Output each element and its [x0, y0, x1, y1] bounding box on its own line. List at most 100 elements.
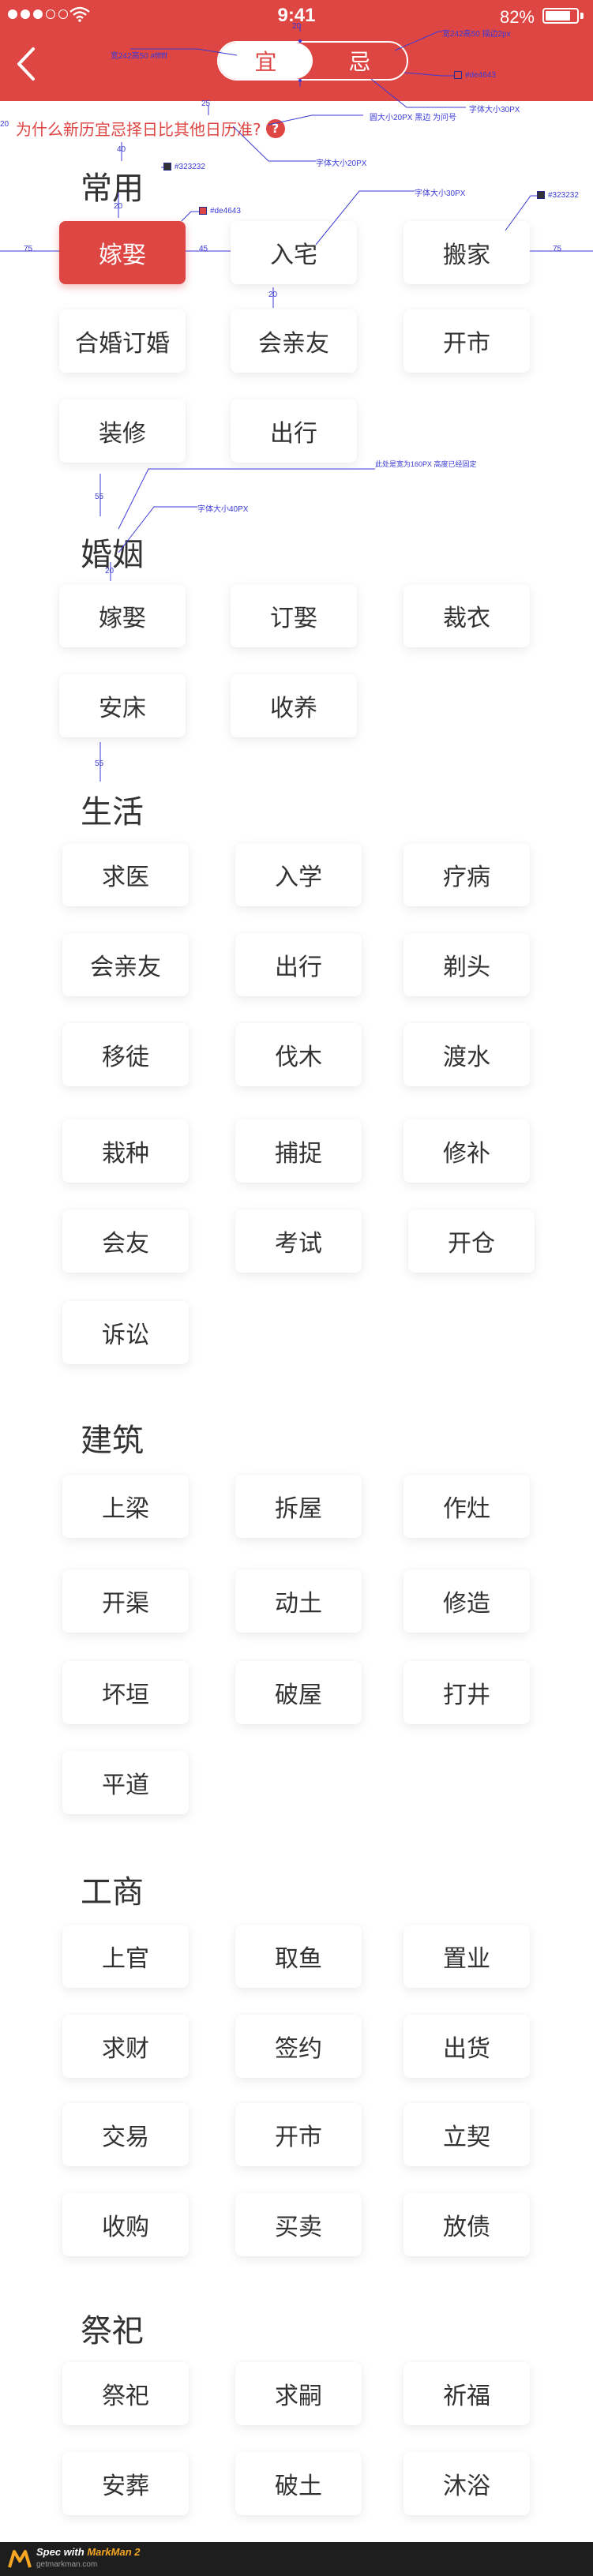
- tag-item[interactable]: 作灶: [403, 1475, 530, 1538]
- question-text: 为什么新历宜忌择日比其他日历准?: [16, 120, 261, 139]
- section-title: 常用: [81, 171, 144, 207]
- tag-item[interactable]: 会友: [62, 1209, 189, 1273]
- tag-item[interactable]: 入宅: [231, 221, 357, 284]
- battery-icon: [542, 8, 579, 24]
- tag-item[interactable]: 嫁娶: [59, 584, 186, 647]
- tag-item[interactable]: 交易: [62, 2103, 189, 2166]
- tag-item[interactable]: 安床: [59, 674, 186, 737]
- tag-item[interactable]: 嫁娶: [59, 221, 186, 284]
- tag-item[interactable]: 移徒: [62, 1023, 189, 1086]
- tag-item[interactable]: 买卖: [235, 2193, 362, 2256]
- tag-item[interactable]: 收养: [231, 674, 357, 737]
- tag-item[interactable]: 出行: [231, 399, 357, 463]
- tag-item[interactable]: 放债: [403, 2193, 530, 2256]
- tab-yi[interactable]: 宜: [219, 43, 313, 79]
- ann-seg-fill: 宽242高50 #ffffff: [111, 52, 167, 61]
- tag-item[interactable]: 捕捉: [235, 1119, 362, 1183]
- ann-space: 20: [114, 202, 123, 211]
- tag-item[interactable]: 入学: [235, 843, 362, 906]
- tag-item[interactable]: 开市: [403, 309, 530, 373]
- tag-item[interactable]: 合婚订婚: [59, 309, 186, 373]
- tag-item[interactable]: 求医: [62, 843, 189, 906]
- tag-item[interactable]: 诉讼: [62, 1301, 189, 1364]
- tag-item[interactable]: 渡水: [403, 1023, 530, 1086]
- tag-item[interactable]: 搬家: [403, 221, 530, 284]
- tag-item[interactable]: 祈福: [403, 2362, 530, 2425]
- ann-space: 40: [117, 145, 126, 154]
- tag-item[interactable]: 会亲友: [62, 933, 189, 996]
- ann-tag-color-text: #323232: [548, 191, 579, 200]
- tag-item[interactable]: 装修: [59, 399, 186, 463]
- tag-item[interactable]: 置业: [403, 1925, 530, 1988]
- tag-item[interactable]: 出行: [235, 933, 362, 996]
- tag-item[interactable]: 打井: [403, 1661, 530, 1724]
- tag-item[interactable]: 开仓: [408, 1209, 535, 1273]
- ann-space: 20: [105, 567, 114, 576]
- ann-space: 55: [95, 493, 104, 501]
- tag-item[interactable]: 安葬: [62, 2452, 189, 2515]
- ann-shadow-note: 此处是宽为160PX 高度已经固定: [375, 460, 477, 468]
- section-title: 祭祀: [81, 2313, 144, 2349]
- ann-space: 25: [201, 99, 211, 108]
- tag-item[interactable]: 求嗣: [235, 2362, 362, 2425]
- tag-item[interactable]: 修造: [403, 1569, 530, 1633]
- tag-item[interactable]: 破土: [235, 2452, 362, 2515]
- chevron-left-icon[interactable]: [14, 46, 38, 82]
- battery-nub: [580, 13, 584, 19]
- tag-item[interactable]: 动土: [235, 1569, 362, 1633]
- footer-url[interactable]: getmarkman.com: [36, 2560, 97, 2569]
- ann-seg-color-text: #de4643: [465, 71, 496, 80]
- tag-item[interactable]: 开渠: [62, 1569, 189, 1633]
- tag-item[interactable]: 收购: [62, 2193, 189, 2256]
- tag-item[interactable]: 取鱼: [235, 1925, 362, 1988]
- ann-seg-outline: 宽242高50 描边2px: [442, 30, 511, 39]
- color-swatch: [163, 163, 171, 171]
- tag-item[interactable]: 上梁: [62, 1475, 189, 1538]
- tag-item[interactable]: 上官: [62, 1925, 189, 1988]
- color-swatch: [199, 207, 207, 216]
- ann-circle: 圆大小20PX 黑边 为问号: [370, 114, 457, 122]
- markman-logo-icon: [8, 2550, 32, 2568]
- ann-space: 20: [0, 120, 9, 129]
- ann-seg-color: #de4643: [454, 71, 496, 80]
- tag-item[interactable]: 考试: [235, 1209, 362, 1273]
- tab-ji[interactable]: 忌: [313, 43, 407, 79]
- tag-item[interactable]: 伐木: [235, 1023, 362, 1086]
- ann-space: 20: [292, 22, 302, 31]
- tag-item[interactable]: 祭祀: [62, 2362, 189, 2425]
- tag-item[interactable]: 沐浴: [403, 2452, 530, 2515]
- tag-item[interactable]: 求财: [62, 2015, 189, 2078]
- ann-section-font: 字体大小40PX: [197, 505, 249, 514]
- footer-title: Spec with MarkMan 2: [36, 2546, 141, 2558]
- ann-tag-color: #323232: [537, 191, 579, 200]
- battery-percent: 82%: [499, 7, 535, 27]
- footer-prefix: Spec with: [36, 2546, 84, 2558]
- tag-item[interactable]: 拆屋: [235, 1475, 362, 1538]
- ann-space: 55: [95, 759, 104, 768]
- tag-item[interactable]: 剃头: [403, 933, 530, 996]
- tag-item[interactable]: 出货: [403, 2015, 530, 2078]
- ann-title-color-text: #323232: [175, 163, 205, 171]
- ann-space: 75: [553, 245, 562, 253]
- tag-item[interactable]: 疗病: [403, 843, 530, 906]
- section-title: 工商: [81, 1874, 144, 1910]
- spec-lines: [0, 24, 593, 782]
- tag-item[interactable]: 开市: [235, 2103, 362, 2166]
- tag-item[interactable]: 栽种: [62, 1119, 189, 1183]
- ann-tag-font: 字体大小30PX: [415, 189, 466, 198]
- tag-item[interactable]: 会亲友: [231, 309, 357, 373]
- ann-space: 45: [199, 245, 208, 253]
- tag-item[interactable]: 破屋: [235, 1661, 362, 1724]
- help-question[interactable]: 为什么新历宜忌择日比其他日历准? ?: [16, 117, 285, 140]
- tag-item[interactable]: 订娶: [231, 584, 357, 647]
- ann-selected-color: #de4643: [199, 207, 241, 216]
- question-mark-icon[interactable]: ?: [265, 118, 285, 138]
- tag-item[interactable]: 坏垣: [62, 1661, 189, 1724]
- yi-ji-toggle[interactable]: 宜 忌: [217, 41, 408, 81]
- tag-item[interactable]: 修补: [403, 1119, 530, 1183]
- tag-item[interactable]: 立契: [403, 2103, 530, 2166]
- tag-item[interactable]: 平道: [62, 1751, 189, 1814]
- tag-item[interactable]: 签约: [235, 2015, 362, 2078]
- tag-item[interactable]: 裁衣: [403, 584, 530, 647]
- markman-footer: Spec with MarkMan 2 getmarkman.com: [0, 2542, 593, 2576]
